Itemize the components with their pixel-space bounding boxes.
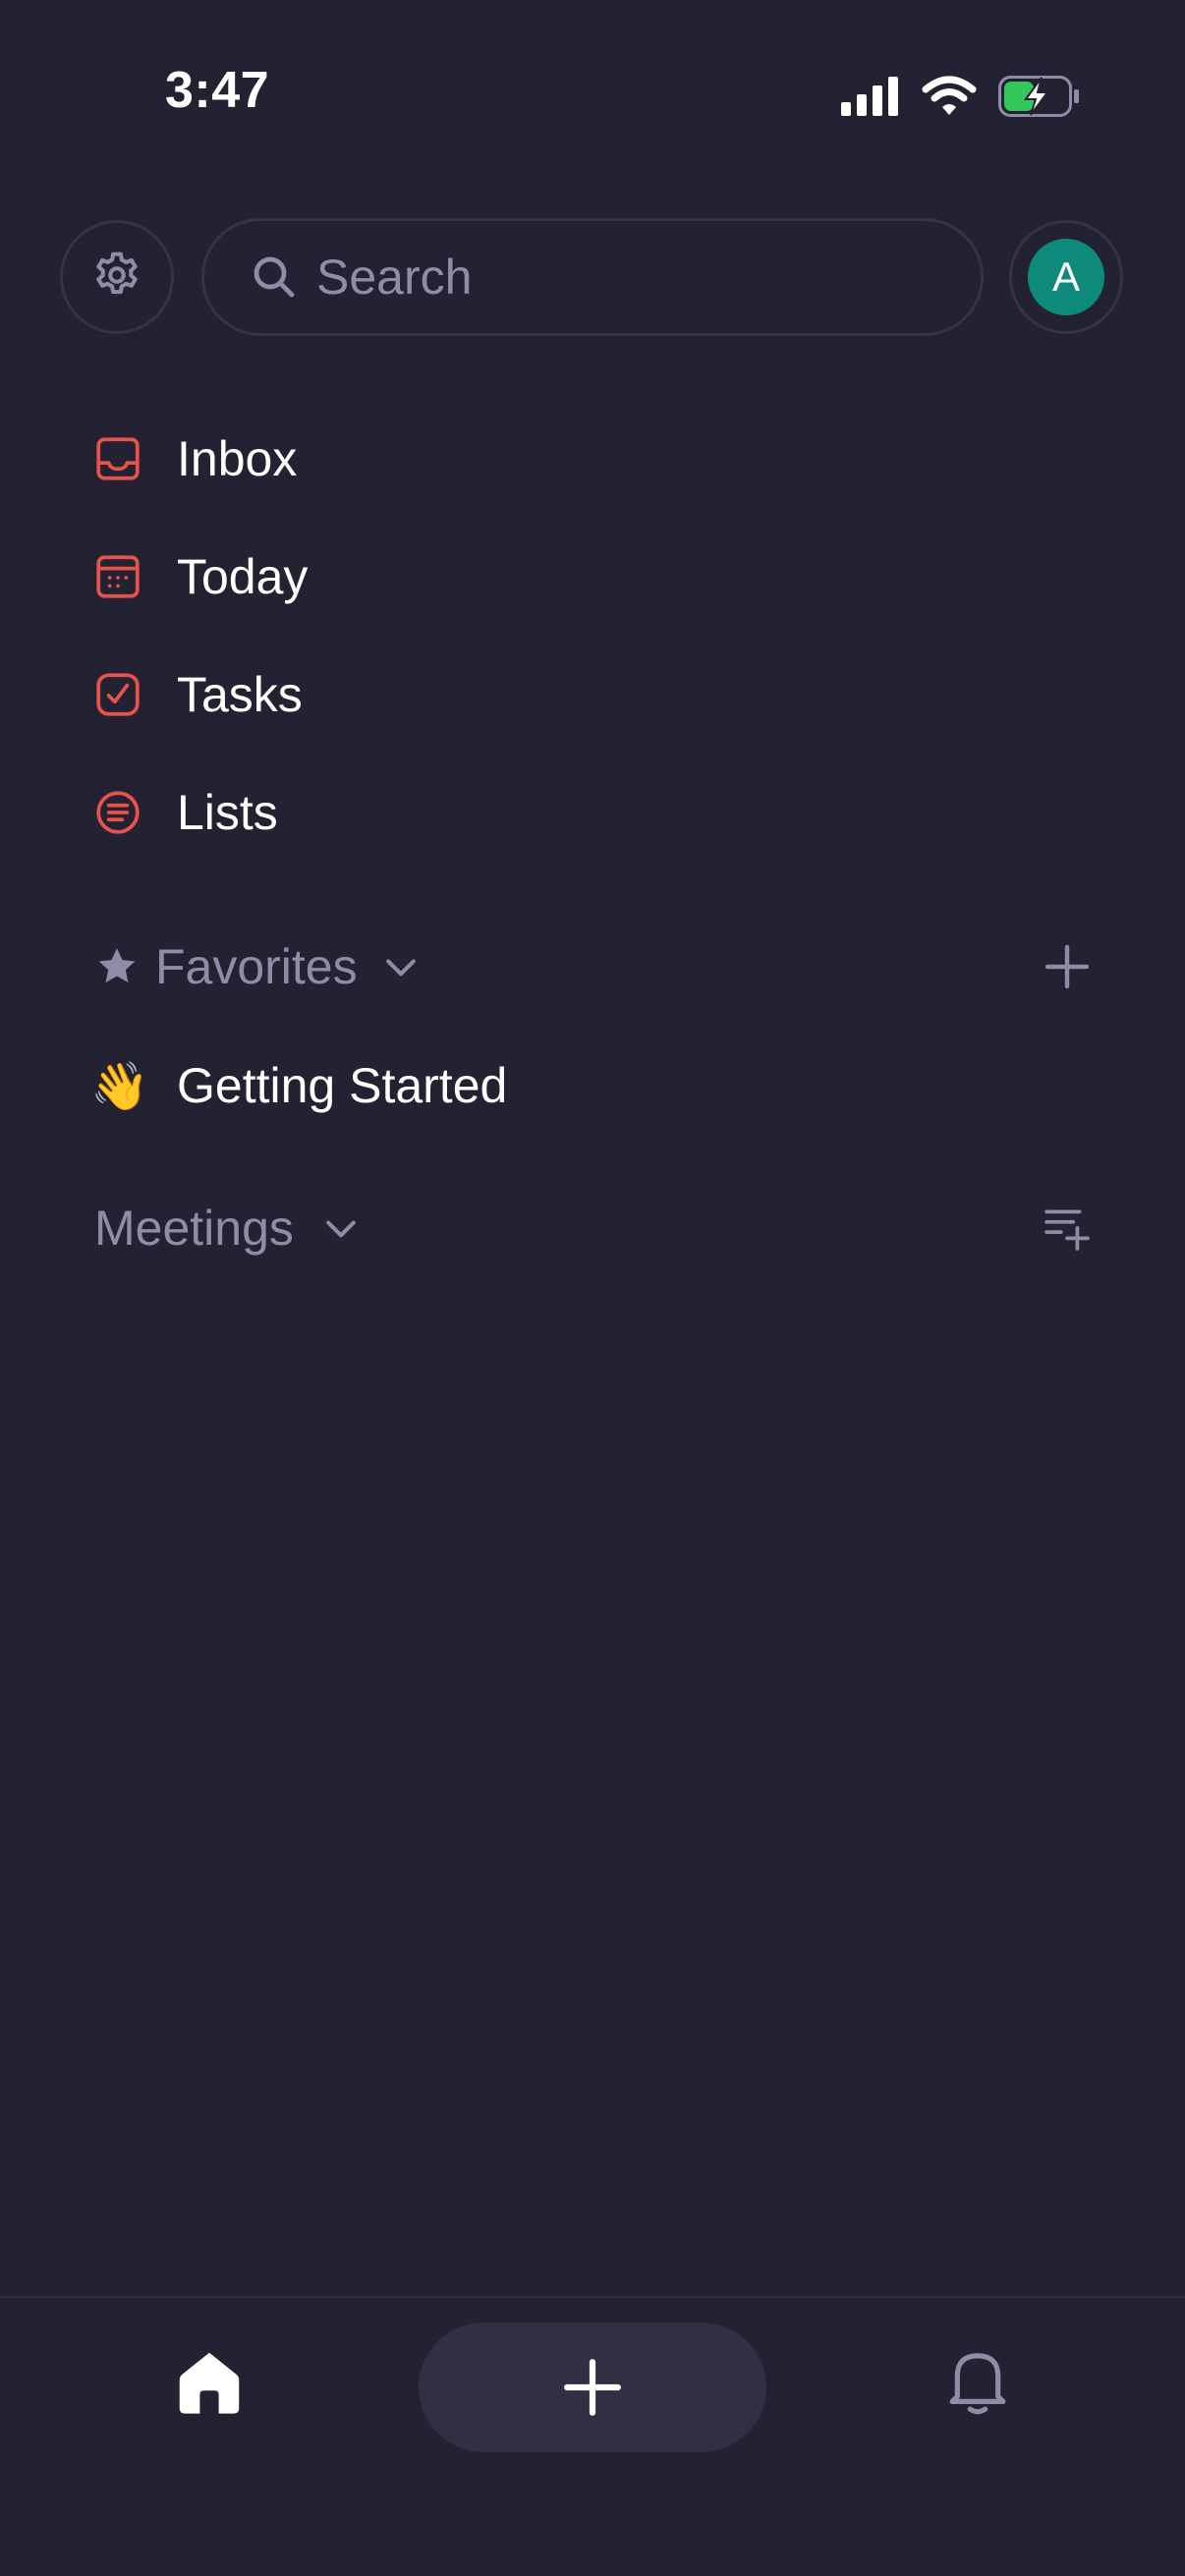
add-to-list-icon	[1043, 1204, 1092, 1253]
waving-hand-emoji: 👋	[90, 1060, 149, 1113]
favorite-item[interactable]: 👋 Getting Started	[90, 1041, 508, 1130]
chevron-down-icon	[379, 945, 423, 988]
nav-label: Inbox	[177, 431, 298, 486]
search-bar[interactable]	[201, 218, 984, 336]
home-tab[interactable]	[165, 2338, 254, 2427]
add-meeting-button[interactable]	[1028, 1189, 1106, 1267]
status-time: 3:47	[165, 62, 270, 119]
nav-item-lists[interactable]: Lists	[92, 768, 278, 857]
status-icons	[841, 69, 1081, 128]
notifications-tab[interactable]	[933, 2338, 1022, 2427]
bottom-divider	[0, 2296, 1185, 2298]
account-button[interactable]: A	[1009, 220, 1123, 334]
search-icon	[248, 251, 301, 304]
star-icon	[94, 944, 140, 989]
nav-label: Today	[177, 549, 309, 604]
favorites-label: Favorites	[155, 939, 358, 994]
create-button[interactable]	[419, 2323, 766, 2452]
meetings-label: Meetings	[94, 1201, 294, 1256]
plus-icon	[1044, 943, 1091, 990]
plus-icon	[562, 2357, 623, 2418]
nav-item-tasks[interactable]: Tasks	[92, 650, 303, 739]
battery-charging-icon	[998, 75, 1081, 122]
nav-item-today[interactable]: Today	[92, 532, 308, 621]
checkbox-icon	[92, 669, 143, 720]
list-icon	[92, 787, 143, 838]
calendar-icon	[92, 551, 143, 602]
avatar: A	[1028, 239, 1104, 315]
nav-label: Lists	[177, 785, 278, 840]
cellular-signal-icon	[841, 76, 900, 121]
inbox-icon	[92, 433, 143, 484]
wifi-icon	[922, 76, 977, 122]
nav-item-inbox[interactable]: Inbox	[92, 415, 297, 503]
chevron-down-icon	[319, 1206, 363, 1250]
favorites-header[interactable]: Favorites	[94, 927, 423, 1006]
home-icon	[177, 2348, 242, 2417]
meetings-header[interactable]: Meetings	[94, 1189, 363, 1267]
search-input[interactable]	[314, 248, 908, 307]
add-favorite-button[interactable]	[1028, 927, 1106, 1006]
favorite-label: Getting Started	[177, 1058, 508, 1113]
settings-button[interactable]	[60, 220, 174, 334]
bell-icon	[947, 2348, 1008, 2417]
nav-label: Tasks	[177, 667, 303, 722]
gear-icon	[90, 249, 143, 307]
